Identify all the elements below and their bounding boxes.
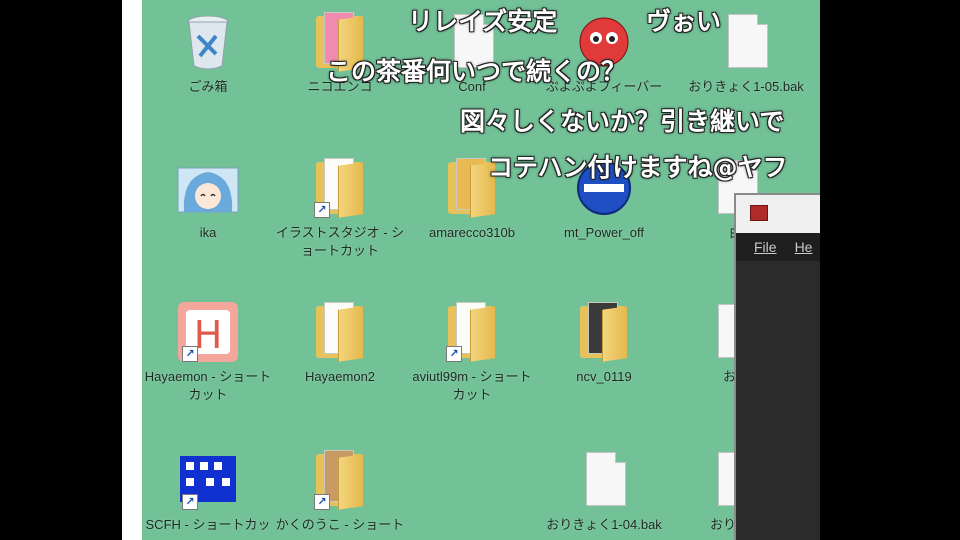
- left-border-strip: [122, 0, 142, 540]
- folder-shortcut-icon: ↗: [440, 300, 504, 364]
- app-icon: [750, 205, 768, 221]
- desktop-icon-hayaemon2[interactable]: Hayaemon2: [274, 300, 406, 386]
- comment-overlay: コテハン付けますね@ヤフ: [488, 153, 788, 182]
- folder-shortcut-icon: ↗: [308, 156, 372, 220]
- desktop-icon-illust-studio[interactable]: ↗ イラストスタジオ - ショートカット: [274, 156, 406, 260]
- icon-label: mt_Power_off: [564, 225, 644, 240]
- right-letterbox: [820, 0, 960, 540]
- icon-label: ncv_0119: [576, 369, 632, 384]
- comment-overlay: リレイズ安定: [408, 7, 558, 36]
- desktop-icon-hayaemon[interactable]: H ↗ Hayaemon - ショートカット: [142, 300, 274, 404]
- comment-overlay: 図々しくないか？引き継いで: [460, 107, 785, 136]
- document-icon: [572, 448, 636, 512]
- window-titlebar[interactable]: [736, 195, 822, 233]
- folder-icon: [572, 300, 636, 364]
- menu-file[interactable]: File: [754, 233, 777, 261]
- icon-label: SCFH - ショートカッ: [145, 517, 271, 532]
- scfh-icon: ↗: [176, 448, 240, 512]
- desktop-icon-scfh[interactable]: ↗ SCFH - ショートカッ: [142, 448, 274, 534]
- desktop-icon-ika[interactable]: ika: [142, 156, 274, 242]
- icon-label: かくのうこ - ショート: [275, 517, 405, 532]
- recycle-bin-icon: [176, 10, 240, 74]
- desktop-icon-aviutl[interactable]: ↗ aviutl99m - ショートカット: [406, 300, 538, 404]
- icon-label: おりきょく1-04.bak: [546, 517, 662, 532]
- hayaemon-icon: H ↗: [176, 300, 240, 364]
- document-icon: [714, 10, 778, 74]
- icon-label: Hayaemon2: [304, 369, 376, 384]
- icon-label: amarecco310b: [429, 225, 515, 240]
- video-frame: ごみ箱 ニコエンコ Conf ぷよぷよフィーバー おりきょく1-05.bak i…: [0, 0, 960, 540]
- comment-overlay: ヴぉい: [646, 7, 722, 36]
- icon-label: イラストスタジオ - ショートカット: [275, 225, 405, 258]
- icon-label: aviutl99m - ショートカット: [412, 369, 532, 402]
- icon-label: ごみ箱: [188, 79, 228, 94]
- desktop-icon-kakunouko[interactable]: ↗ かくのうこ - ショート: [274, 448, 406, 534]
- icon-label: おりきょく1-05.bak: [688, 79, 804, 94]
- menu-help[interactable]: He: [795, 233, 813, 261]
- desktop-icon-orikyoku-04[interactable]: おりきょく1-04.bak: [538, 448, 670, 534]
- image-icon: [176, 156, 240, 220]
- icon-label: Hayaemon - ショートカット: [144, 369, 272, 402]
- app-window[interactable]: File He: [734, 193, 822, 540]
- folder-shortcut-icon: ↗: [308, 448, 372, 512]
- folder-icon: [308, 300, 372, 364]
- icon-label: ika: [199, 225, 217, 240]
- window-menubar: File He: [736, 233, 822, 261]
- desktop-icon-ncv[interactable]: ncv_0119: [538, 300, 670, 386]
- desktop-icon-recycle-bin[interactable]: ごみ箱: [142, 10, 274, 96]
- comment-overlay: この茶番何いつで続くの？: [326, 57, 627, 86]
